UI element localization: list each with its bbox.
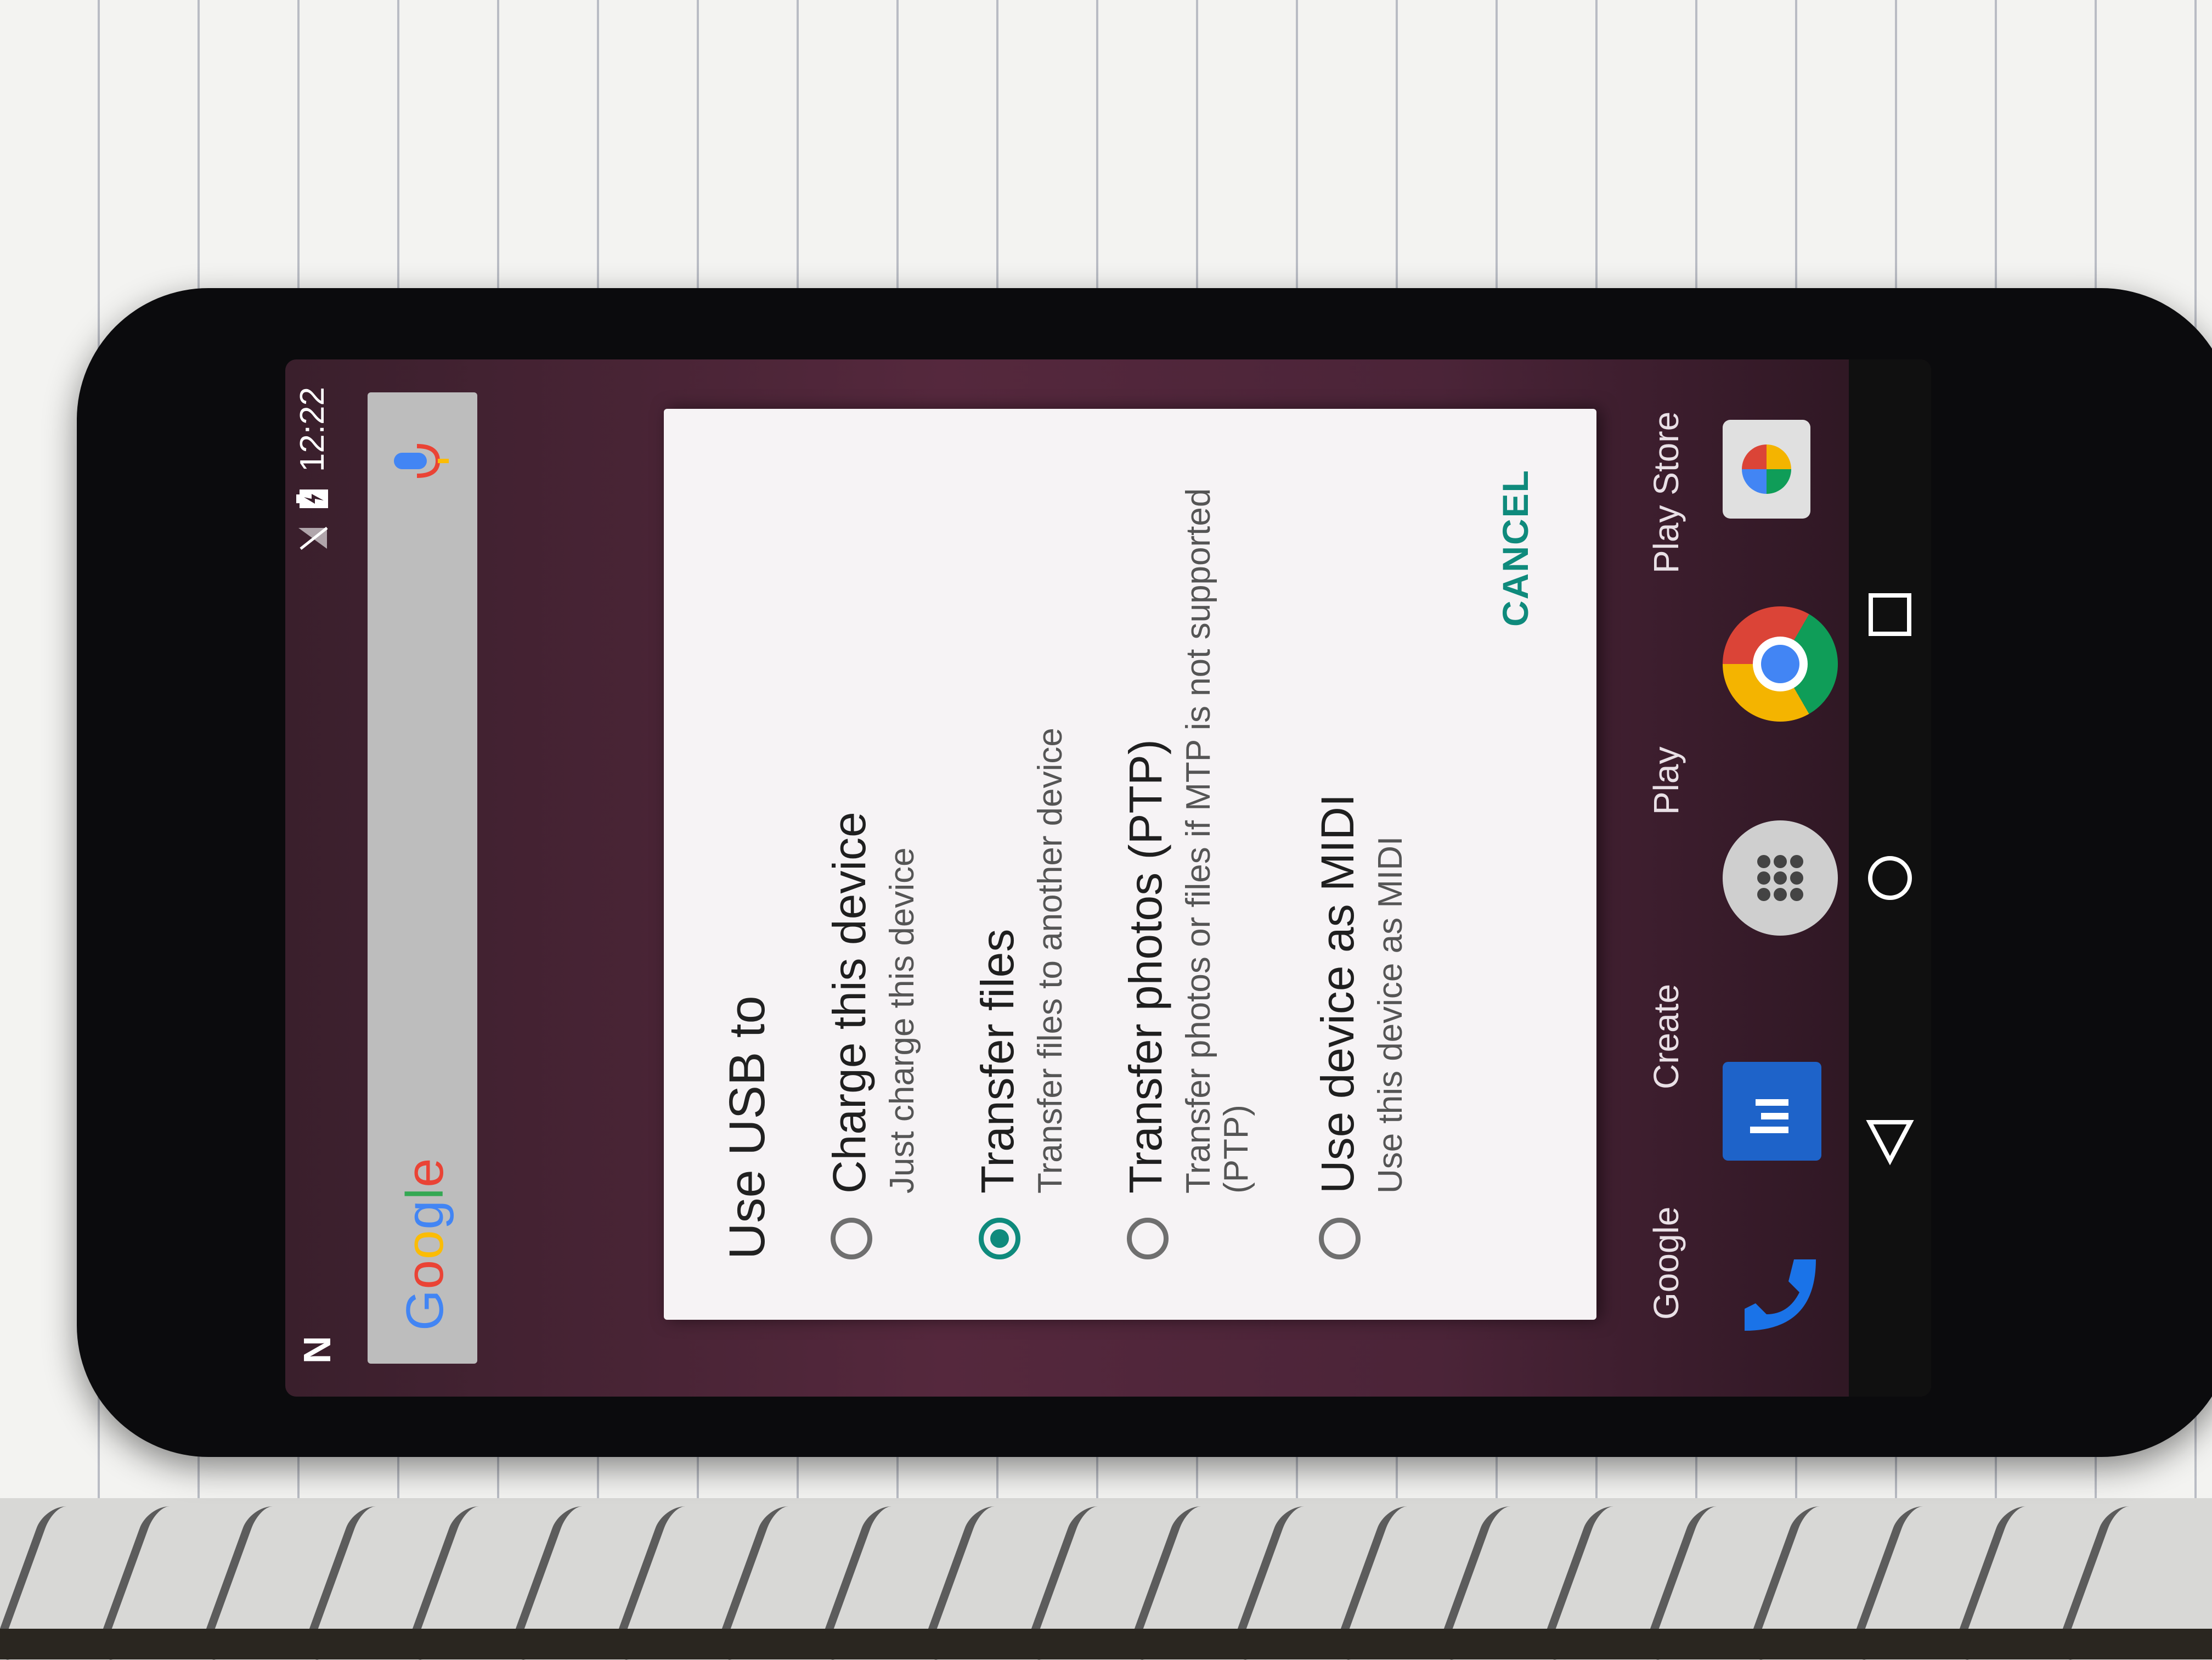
radio-transfer-photos-ptp[interactable]: [1127, 1218, 1169, 1259]
home-dock: [1723, 359, 1865, 1397]
option-subtitle: Just charge this device: [883, 847, 921, 1194]
app-label-create[interactable]: Create: [1646, 984, 1686, 1089]
no-sim-icon: [298, 527, 328, 550]
screen-content: N 12:22 Google Google Create Play Play S…: [285, 359, 1931, 1397]
radio-transfer-files[interactable]: [979, 1218, 1020, 1259]
status-bar: N 12:22: [285, 359, 346, 1397]
app-label-google[interactable]: Google: [1646, 1207, 1686, 1320]
recents-icon[interactable]: [1865, 590, 1915, 639]
battery-charging-icon: [296, 489, 328, 509]
option-title: Use device as MIDI: [1312, 794, 1363, 1194]
google-search-bar[interactable]: Google: [368, 392, 477, 1364]
camera-icon[interactable]: [1723, 420, 1810, 519]
dialog-title: Use USB to: [719, 995, 775, 1259]
status-icons: 12:22: [293, 387, 332, 551]
app-drawer-icon[interactable]: [1723, 820, 1838, 936]
radio-use-device-as-midi[interactable]: [1319, 1218, 1361, 1259]
app-label-play-store[interactable]: Play Store: [1646, 412, 1686, 573]
option-subtitle: Use this device as MIDI: [1372, 836, 1409, 1194]
chrome-icon[interactable]: [1723, 606, 1838, 722]
option-title: Transfer files: [972, 929, 1023, 1194]
app-label-play[interactable]: Play: [1646, 747, 1686, 815]
n-notification-icon: N: [296, 1336, 338, 1364]
phone-icon[interactable]: [1723, 1237, 1838, 1353]
home-app-labels: Google Create Play Play Store: [1646, 359, 1712, 1397]
table-edge: [0, 1629, 2212, 1659]
option-subtitle: Transfer files to another device: [1031, 728, 1069, 1194]
mic-icon[interactable]: [390, 442, 455, 480]
use-usb-dialog: Use USB to Charge this device Just charg…: [664, 409, 1596, 1320]
back-icon[interactable]: [1865, 1117, 1915, 1166]
navigation-bar: [1849, 359, 1931, 1397]
radio-charge-device[interactable]: [831, 1218, 872, 1259]
messages-icon[interactable]: [1723, 1062, 1821, 1161]
clock: 12:22: [294, 387, 331, 472]
home-icon[interactable]: [1865, 853, 1915, 903]
option-subtitle: Transfer photos or files if MTP is not s…: [1180, 488, 1256, 1194]
option-title: Transfer photos (PTP): [1120, 739, 1171, 1194]
phone-screen: N 12:22 Google Google Create Play Play S…: [285, 359, 1931, 1397]
option-title: Charge this device: [823, 812, 875, 1194]
google-logo: Google: [396, 1157, 454, 1331]
cancel-button[interactable]: CANCEL: [1494, 469, 1536, 627]
